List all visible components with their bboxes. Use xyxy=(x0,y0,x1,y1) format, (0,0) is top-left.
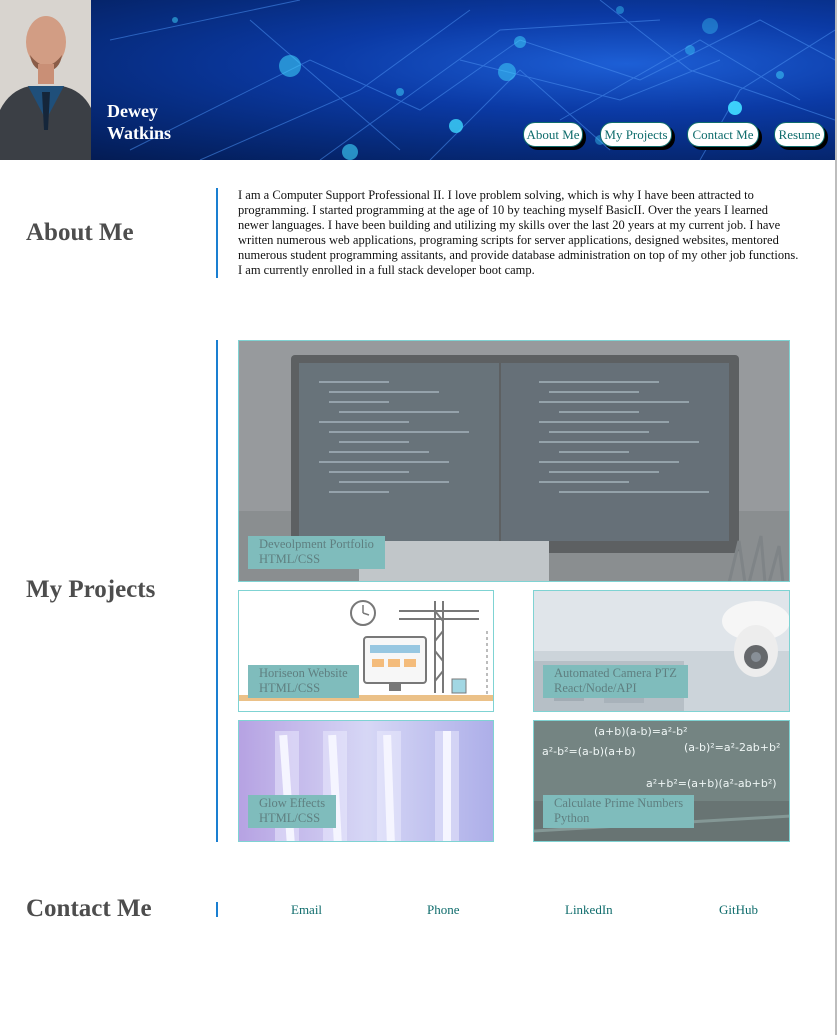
last-name: Watkins xyxy=(107,123,172,143)
profile-photo xyxy=(0,0,91,160)
project-label-camera: Automated Camera PTZ React/Node/API xyxy=(543,665,688,698)
project-name: Automated Camera PTZ xyxy=(554,666,677,680)
contact-section-title: Contact Me xyxy=(26,895,152,922)
project-card-primes[interactable]: (a+b)(a-b)=a²-b² a²-b²=(a-b)(a+b) (a-b)²… xyxy=(533,720,790,842)
project-tech: HTML/CSS xyxy=(259,552,321,566)
header-banner: Dewey Watkins About Me My Projects Conta… xyxy=(0,0,835,160)
projects-divider-line xyxy=(216,340,218,842)
project-tech: React/Node/API xyxy=(554,681,637,695)
person-avatar-icon xyxy=(0,0,91,160)
project-name: Horiseon Website xyxy=(259,666,348,680)
project-label-primes: Calculate Prime Numbers Python xyxy=(543,795,695,828)
site-owner-name: Dewey Watkins xyxy=(107,100,171,144)
first-name: Dewey xyxy=(107,101,158,121)
contact-divider-line xyxy=(216,902,218,917)
project-label-portfolio: Deveolpment Portfolio HTML/CSS xyxy=(248,536,385,569)
projects-section-title: My Projects xyxy=(26,576,156,603)
project-tech: HTML/CSS xyxy=(259,811,321,825)
contact-linkedin-link[interactable]: LinkedIn xyxy=(565,902,613,918)
project-card-glow[interactable]: Glow Effects HTML/CSS xyxy=(238,720,494,842)
project-name: Deveolpment Portfolio xyxy=(259,537,374,551)
project-card-camera[interactable]: Automated Camera PTZ React/Node/API xyxy=(533,590,790,712)
project-label-glow: Glow Effects HTML/CSS xyxy=(248,795,337,828)
project-tech: Python xyxy=(554,811,590,825)
nav-resume-button[interactable]: Resume xyxy=(774,122,825,147)
contact-phone-link[interactable]: Phone xyxy=(427,902,460,918)
nav-my-projects-button[interactable]: My Projects xyxy=(600,122,672,147)
project-card-horiseon[interactable]: Horiseon Website HTML/CSS xyxy=(238,590,494,712)
contact-github-link[interactable]: GitHub xyxy=(719,902,758,918)
about-divider-line xyxy=(216,188,218,278)
project-tech: HTML/CSS xyxy=(259,681,321,695)
project-card-portfolio[interactable]: Deveolpment Portfolio HTML/CSS xyxy=(238,340,790,582)
about-paragraph: I am a Computer Support Professional II.… xyxy=(238,188,799,277)
project-label-horiseon: Horiseon Website HTML/CSS xyxy=(248,665,359,698)
about-section-title: About Me xyxy=(26,219,134,246)
project-name: Glow Effects xyxy=(259,796,326,810)
nav-about-me-button[interactable]: About Me xyxy=(523,122,583,147)
project-name: Calculate Prime Numbers xyxy=(554,796,684,810)
nav-contact-me-button[interactable]: Contact Me xyxy=(687,122,759,147)
contact-email-link[interactable]: Email xyxy=(291,902,322,918)
